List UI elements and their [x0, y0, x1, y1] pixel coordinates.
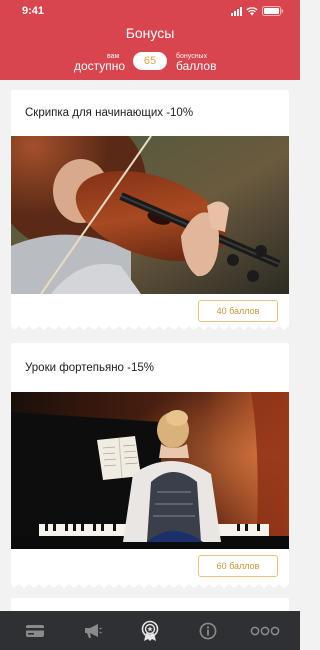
tab-news[interactable] — [72, 616, 112, 646]
more-dots-icon — [250, 626, 280, 635]
tab-more[interactable] — [245, 616, 285, 646]
tab-bar — [0, 611, 300, 650]
available-label: доступно — [74, 59, 126, 73]
offer-card[interactable]: Уроки фортепьяно -15% 60 баллов — [11, 343, 289, 588]
info-icon — [199, 622, 216, 639]
megaphone-icon — [85, 623, 103, 638]
points-label: баллов — [176, 59, 217, 73]
header-bar: 9:41 Бонусы вам доступно 65 бонусных бал… — [0, 0, 300, 80]
piano-photo — [11, 392, 289, 549]
card-icon — [25, 624, 44, 637]
award-badge-icon — [141, 620, 159, 641]
redeem-button[interactable]: 40 баллов — [198, 300, 278, 322]
tab-cards[interactable] — [15, 616, 55, 646]
cellular-signal-icon — [231, 6, 242, 16]
status-time: 9:41 — [22, 5, 45, 17]
bonus-balance: вам доступно 65 бонусных баллов — [0, 50, 300, 74]
status-bar: 9:41 — [0, 0, 300, 22]
offer-title: Скрипка для начинающих -10% — [25, 107, 194, 119]
page-title: Бонусы — [125, 25, 175, 41]
redeem-button[interactable]: 60 баллов — [198, 555, 278, 577]
battery-icon — [262, 6, 284, 16]
card-edge-decoration — [11, 582, 289, 588]
offer-title: Уроки фортепьяно -15% — [25, 362, 154, 374]
tab-bonuses[interactable] — [130, 616, 170, 646]
points-balance-badge: 65 — [133, 52, 167, 70]
offer-card[interactable]: Скрипка для начинающих -10% 40 баллов — [11, 90, 289, 330]
card-edge-decoration — [11, 324, 289, 330]
wifi-icon — [246, 6, 258, 16]
violin-photo — [11, 136, 289, 294]
tab-info[interactable] — [188, 616, 228, 646]
status-icons — [231, 6, 284, 16]
